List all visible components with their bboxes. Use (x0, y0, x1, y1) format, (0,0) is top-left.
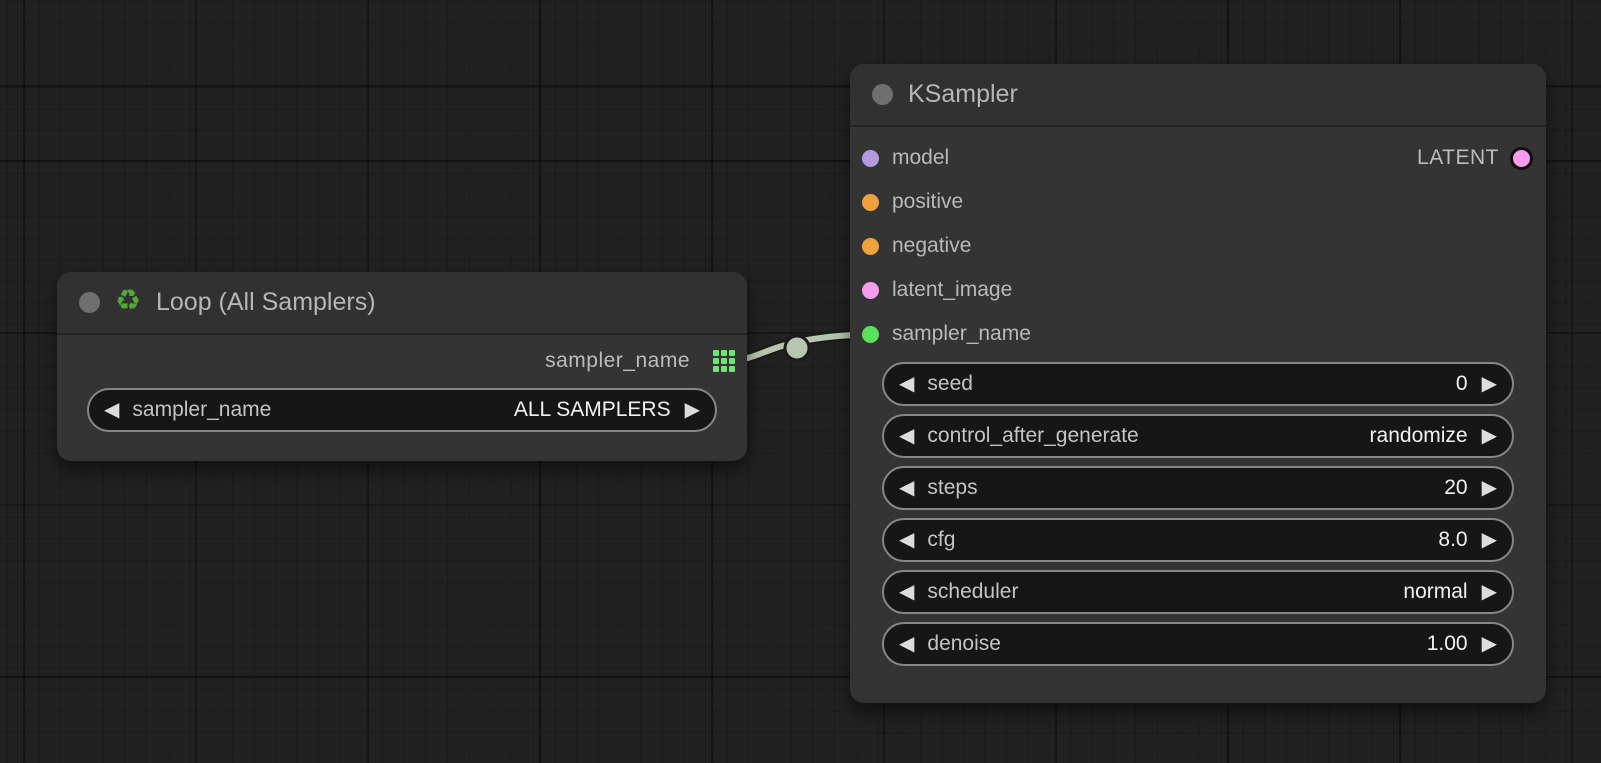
widget-value[interactable]: 1.00 (1427, 632, 1468, 656)
increment-arrow-icon[interactable]: ▶ (1482, 582, 1497, 602)
decrement-arrow-icon[interactable]: ◀ (899, 530, 914, 550)
combo-grid-icon[interactable] (713, 350, 735, 372)
widget-value[interactable]: 0 (1456, 372, 1468, 396)
collapse-toggle[interactable] (79, 292, 100, 313)
widget-label: steps (927, 476, 977, 500)
widget-label: seed (927, 372, 973, 396)
recycle-icon: ♻ (115, 287, 141, 316)
widget-label: control_after_generate (927, 424, 1138, 448)
input-slot-positive[interactable]: positive (850, 180, 1546, 224)
input-slot-sampler-name[interactable]: sampler_name (850, 312, 1546, 356)
input-dot[interactable] (862, 326, 879, 343)
increment-arrow-icon[interactable]: ▶ (1482, 426, 1497, 446)
output-slot-sampler-name[interactable]: sampler_name (545, 339, 735, 383)
increment-arrow-icon[interactable]: ▶ (1482, 478, 1497, 498)
widget-value[interactable]: ALL SAMPLERS (514, 398, 671, 422)
widget-label: denoise (927, 632, 1001, 656)
decrement-arrow-icon[interactable]: ◀ (899, 582, 914, 602)
widget-denoise[interactable]: ◀ denoise 1.00 ▶ (882, 622, 1514, 666)
output-slot-latent[interactable]: LATENT (1417, 136, 1533, 180)
widget-label: sampler_name (132, 398, 271, 422)
widget-scheduler[interactable]: ◀ scheduler normal ▶ (882, 570, 1514, 614)
widget-label: cfg (927, 528, 955, 552)
increment-arrow-icon[interactable]: ▶ (1482, 634, 1497, 654)
widget-control-after-generate[interactable]: ◀ control_after_generate randomize ▶ (882, 414, 1514, 458)
decrement-arrow-icon[interactable]: ◀ (899, 478, 914, 498)
widget-steps[interactable]: ◀ steps 20 ▶ (882, 466, 1514, 510)
increment-arrow-icon[interactable]: ▶ (1482, 530, 1497, 550)
input-dot[interactable] (862, 238, 879, 255)
output-dot[interactable] (1510, 147, 1533, 170)
widget-value[interactable]: 20 (1444, 476, 1467, 500)
widget-label: scheduler (927, 580, 1018, 604)
input-dot[interactable] (862, 282, 879, 299)
increment-arrow-icon[interactable]: ▶ (685, 400, 700, 420)
input-slot-label: positive (892, 190, 963, 214)
link-midpoint-dot (785, 336, 809, 360)
output-slot-label: sampler_name (545, 349, 690, 373)
node-ksampler[interactable]: KSampler model positive negative latent_… (850, 64, 1546, 703)
node-header[interactable]: KSampler (850, 64, 1546, 127)
output-slot-label: LATENT (1417, 146, 1499, 170)
input-slot-negative[interactable]: negative (850, 224, 1546, 268)
collapse-toggle[interactable] (872, 84, 893, 105)
decrement-arrow-icon[interactable]: ◀ (899, 374, 914, 394)
widget-cfg[interactable]: ◀ cfg 8.0 ▶ (882, 518, 1514, 562)
widget-seed[interactable]: ◀ seed 0 ▶ (882, 362, 1514, 406)
increment-arrow-icon[interactable]: ▶ (1482, 374, 1497, 394)
widget-value[interactable]: normal (1403, 580, 1467, 604)
input-slot-label: latent_image (892, 278, 1012, 302)
node-header[interactable]: ♻ Loop (All Samplers) (57, 272, 747, 335)
decrement-arrow-icon[interactable]: ◀ (104, 400, 119, 420)
input-slot-latent-image[interactable]: latent_image (850, 268, 1546, 312)
input-slot-label: model (892, 146, 949, 170)
widget-value[interactable]: randomize (1370, 424, 1468, 448)
input-slot-label: sampler_name (892, 322, 1031, 346)
widget-value[interactable]: 8.0 (1438, 528, 1467, 552)
node-editor-canvas[interactable]: ♻ Loop (All Samplers) sampler_name ◀ sam… (0, 0, 1601, 763)
node-title: KSampler (908, 80, 1018, 109)
input-dot[interactable] (862, 194, 879, 211)
input-slot-label: negative (892, 234, 971, 258)
node-loop-all-samplers[interactable]: ♻ Loop (All Samplers) sampler_name ◀ sam… (57, 272, 747, 461)
widget-sampler-name[interactable]: ◀ sampler_name ALL SAMPLERS ▶ (87, 388, 717, 432)
node-title: Loop (All Samplers) (156, 288, 376, 317)
input-dot[interactable] (862, 150, 879, 167)
decrement-arrow-icon[interactable]: ◀ (899, 426, 914, 446)
decrement-arrow-icon[interactable]: ◀ (899, 634, 914, 654)
